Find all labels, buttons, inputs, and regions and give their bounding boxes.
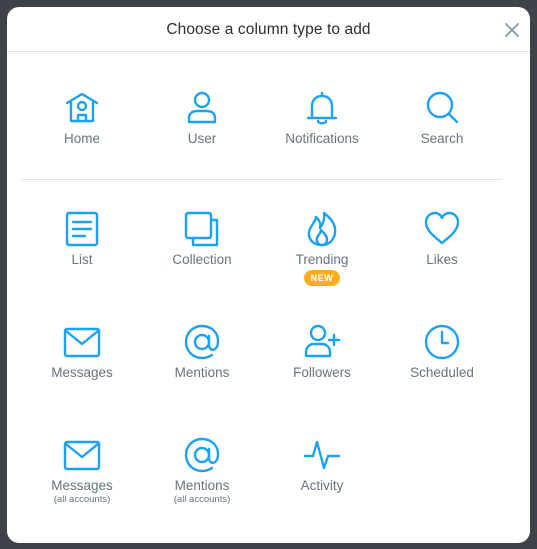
user-icon [183,89,221,127]
list-icon [63,210,101,248]
tile-label: Activity [300,478,344,493]
close-button[interactable] [504,22,520,38]
tile-label: Followers [293,365,351,380]
column-type-search[interactable]: Search [387,89,497,147]
clock-icon [423,323,461,361]
search-icon [423,89,461,127]
tile-label: Trending [295,252,349,267]
activity-icon [303,436,341,474]
tile-label: Likes [426,252,458,267]
tile-label: Mentions [174,365,230,380]
tile-label: Messages [51,478,113,493]
add-column-dialog: Choose a column type to add Home User No… [7,7,530,543]
new-badge: NEW [303,270,341,286]
column-type-messages-all-accounts[interactable]: Messages (all accounts) [27,436,137,506]
tile-sublabel: (all accounts) [53,494,111,505]
home-icon [63,89,101,127]
dialog-header: Choose a column type to add [7,7,530,52]
dialog-title: Choose a column type to add [166,21,371,38]
bell-icon [303,89,341,127]
envelope-icon [63,323,101,361]
tile-label: List [71,252,93,267]
column-type-followers[interactable]: Followers [267,323,377,381]
column-type-user[interactable]: User [147,89,257,147]
column-type-list[interactable]: List [27,210,137,268]
tile-label: Mentions [174,478,230,493]
tile-label: Messages [51,365,113,380]
tile-label: User [187,131,217,146]
tile-label: Collection [172,252,232,267]
column-type-scheduled[interactable]: Scheduled [387,323,497,381]
column-type-mentions[interactable]: Mentions [147,323,257,381]
column-type-trending[interactable]: Trending NEW [267,210,377,286]
at-sign-icon [183,323,221,361]
tile-label: Home [63,131,100,146]
flame-icon [303,210,341,248]
column-type-activity[interactable]: Activity [267,436,377,494]
column-type-mentions-all-accounts[interactable]: Mentions (all accounts) [147,436,257,506]
add-user-icon [303,323,341,361]
collection-icon [183,210,221,248]
column-type-likes[interactable]: Likes [387,210,497,268]
tile-sublabel: (all accounts) [173,494,231,505]
heart-icon [423,210,461,248]
section-divider [22,179,502,180]
at-sign-icon [183,436,221,474]
close-icon [505,23,519,37]
column-type-messages[interactable]: Messages [27,323,137,381]
envelope-icon [63,436,101,474]
tile-label: Notifications [285,131,359,146]
column-type-collection[interactable]: Collection [147,210,257,268]
tile-label: Scheduled [410,365,474,380]
column-type-notifications[interactable]: Notifications [267,89,377,147]
tile-label: Search [420,131,464,146]
column-type-home[interactable]: Home [27,89,137,147]
